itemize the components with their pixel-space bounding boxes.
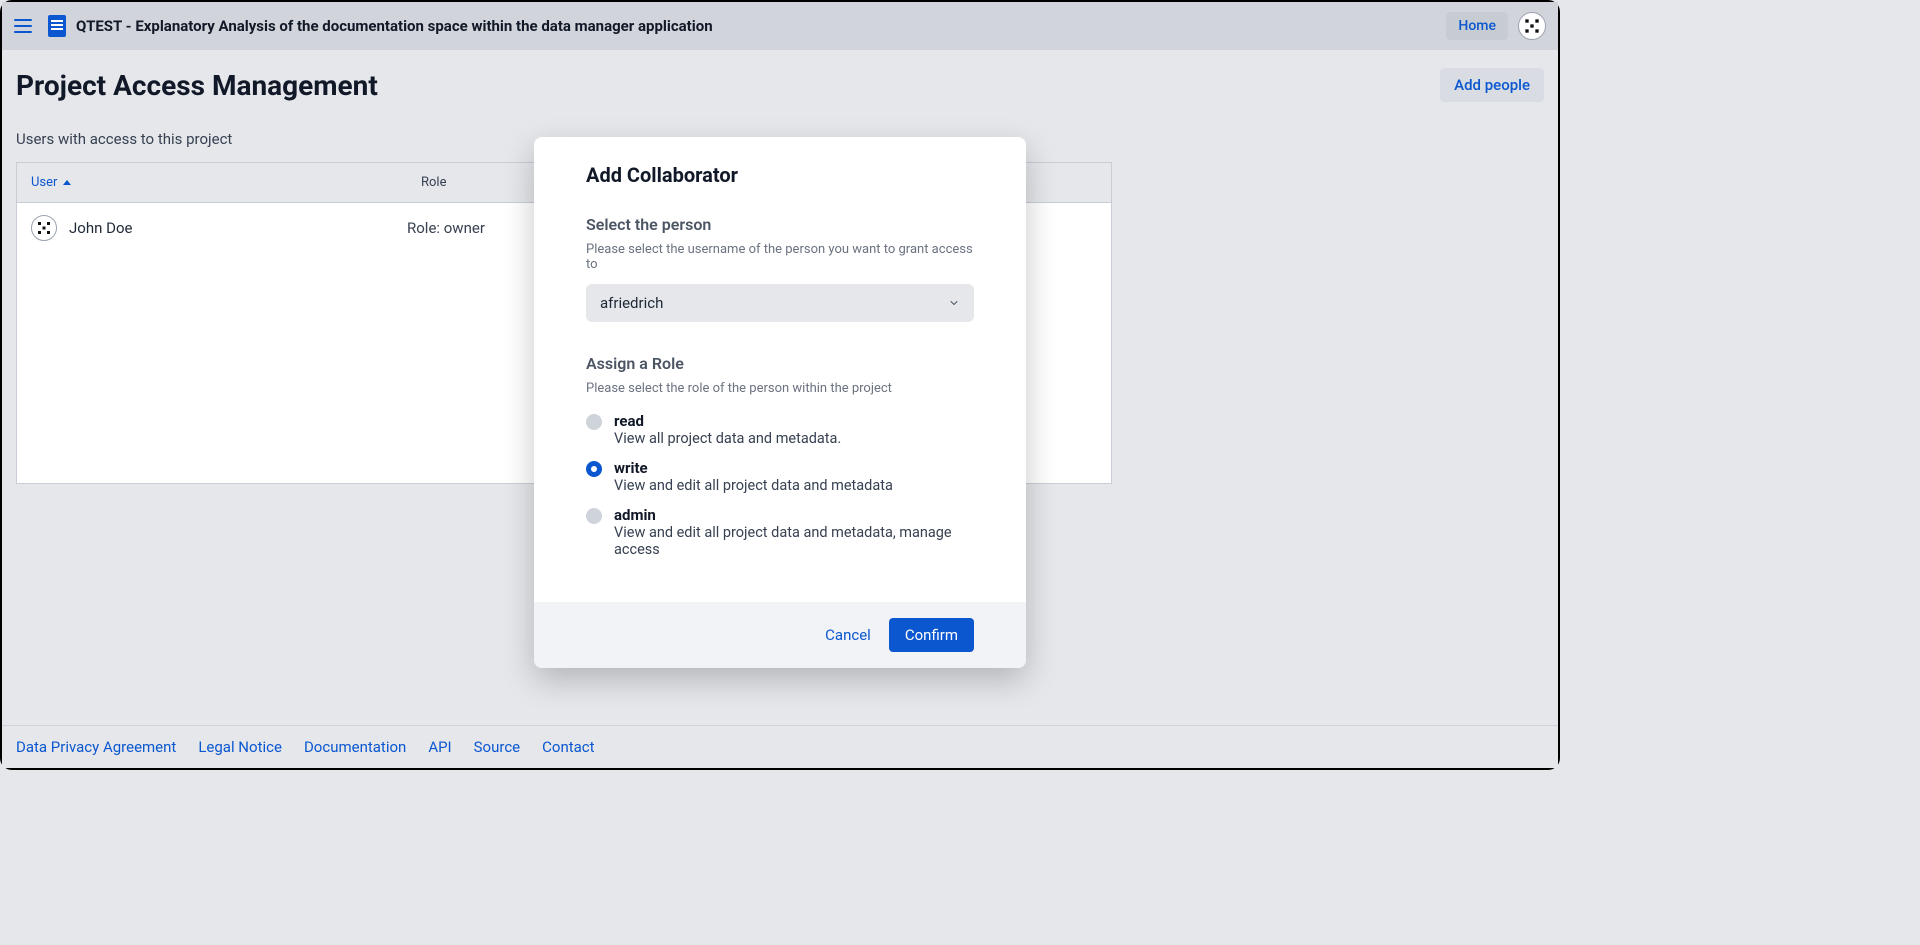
identicon-icon xyxy=(1522,16,1542,36)
footer-link[interactable]: API xyxy=(428,738,451,756)
home-button[interactable]: Home xyxy=(1446,12,1508,40)
add-people-button[interactable]: Add people xyxy=(1440,68,1544,102)
person-section-label: Select the person xyxy=(586,215,974,234)
role-section-label: Assign a Role xyxy=(586,354,974,373)
role-option-admin[interactable]: admin View and edit all project data and… xyxy=(586,506,974,558)
column-header-user[interactable]: User xyxy=(17,163,407,202)
footer-link[interactable]: Data Privacy Agreement xyxy=(16,738,176,756)
role-title: write xyxy=(614,459,893,477)
role-desc: View all project data and metadata. xyxy=(614,430,841,447)
role-section-hint: Please select the role of the person wit… xyxy=(586,381,974,396)
sort-asc-icon xyxy=(63,180,71,185)
user-select-value: afriedrich xyxy=(600,294,663,312)
cancel-button[interactable]: Cancel xyxy=(825,626,871,644)
document-icon xyxy=(48,15,66,37)
footer-link[interactable]: Legal Notice xyxy=(198,738,282,756)
footer-link[interactable]: Documentation xyxy=(304,738,406,756)
role-title: read xyxy=(614,412,841,430)
topbar: QTEST - Explanatory Analysis of the docu… xyxy=(2,2,1558,50)
column-header-user-label: User xyxy=(31,175,57,190)
identicon-icon xyxy=(35,219,53,237)
menu-icon[interactable] xyxy=(14,14,38,38)
footer: Data Privacy Agreement Legal Notice Docume… xyxy=(2,725,1558,768)
add-collaborator-modal: Add Collaborator Select the person Pleas… xyxy=(534,137,1026,668)
confirm-button[interactable]: Confirm xyxy=(889,618,974,652)
person-section-hint: Please select the username of the person… xyxy=(586,242,974,272)
role-option-read[interactable]: read View all project data and metadata. xyxy=(586,412,974,447)
user-select[interactable]: afriedrich xyxy=(586,284,974,322)
footer-link[interactable]: Contact xyxy=(542,738,594,756)
modal-footer: Cancel Confirm xyxy=(534,602,1026,668)
user-name: John Doe xyxy=(69,219,132,237)
chevron-down-icon xyxy=(948,297,960,309)
role-desc: View and edit all project data and metad… xyxy=(614,477,893,494)
role-desc: View and edit all project data and metad… xyxy=(614,524,974,558)
user-role: Role: owner xyxy=(407,219,485,237)
modal-title: Add Collaborator xyxy=(586,163,974,187)
footer-link[interactable]: Source xyxy=(474,738,520,756)
user-avatar xyxy=(31,215,57,241)
page-breadcrumb-title: QTEST - Explanatory Analysis of the docu… xyxy=(76,17,713,35)
radio-icon[interactable] xyxy=(586,461,602,477)
radio-icon[interactable] xyxy=(586,414,602,430)
avatar[interactable] xyxy=(1518,12,1546,40)
role-title: admin xyxy=(614,506,974,524)
radio-icon[interactable] xyxy=(586,508,602,524)
page-title: Project Access Management xyxy=(16,69,378,102)
role-option-write[interactable]: write View and edit all project data and… xyxy=(586,459,974,494)
